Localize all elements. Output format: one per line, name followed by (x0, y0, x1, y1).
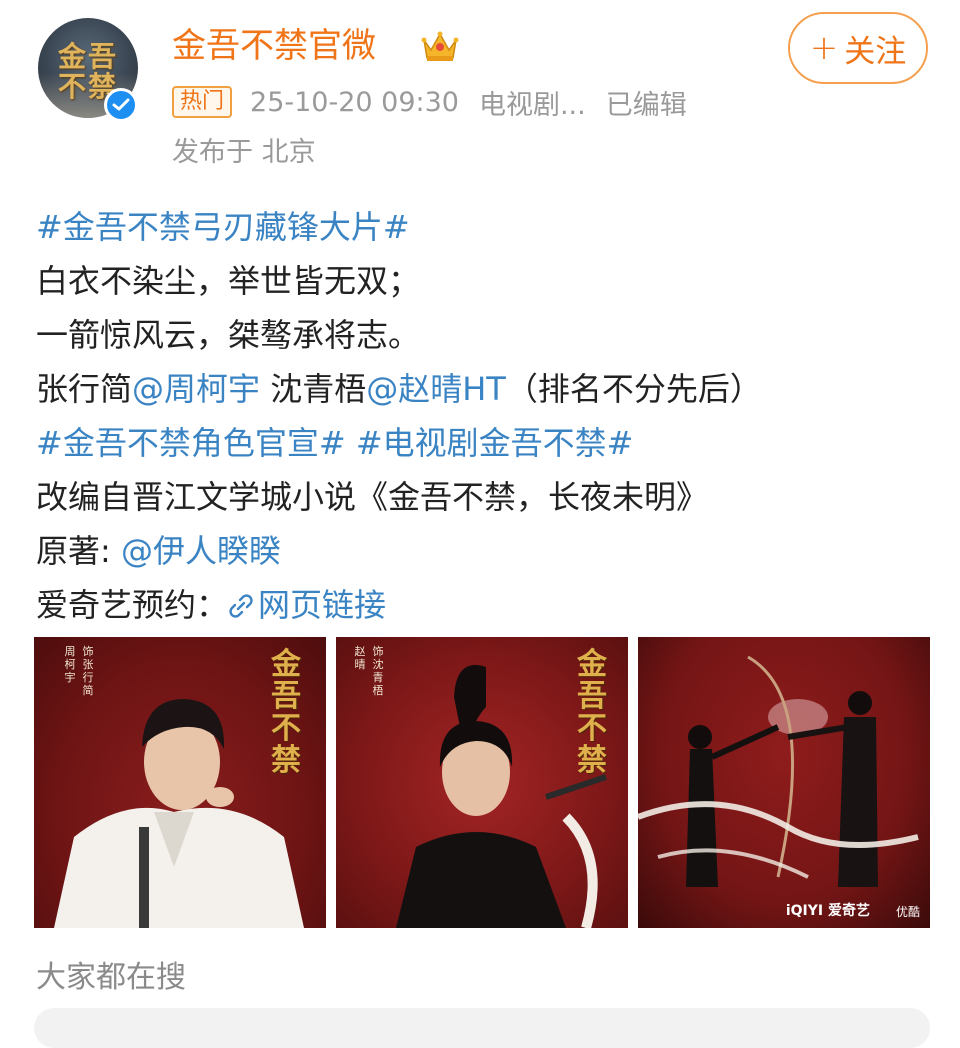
poster-credit-role: 饰 沈青梧 (372, 645, 384, 697)
poster-image[interactable]: 金吾不禁 饰 张行简 周柯宇 (34, 637, 326, 928)
web-link[interactable]: 网页链接 (228, 586, 386, 624)
poster-credit-actor: 赵晴 (354, 645, 366, 671)
edited-label[interactable]: 已编辑 (606, 83, 687, 122)
post-source[interactable]: 电视剧... (479, 83, 586, 122)
content-line: 一箭惊风云，桀骜承将志。 (36, 316, 421, 354)
trending-search-bar[interactable] (34, 1008, 930, 1048)
iqiyi-logo: iQIYI 爱奇艺 (785, 903, 870, 919)
content-line: 原著: @伊人睽睽 (36, 524, 936, 578)
crown-icon (421, 31, 459, 61)
poster-image[interactable]: 金吾不禁 饰 沈青梧 赵晴 (336, 637, 628, 928)
mention-link[interactable]: @周柯宇 (132, 370, 260, 408)
hashtag-link[interactable]: #金吾不禁弓刃藏锋大片# (36, 208, 410, 246)
content-line: 爱奇艺预约： 网页链接 (36, 578, 936, 632)
poster-title: 金吾不禁 (577, 647, 607, 778)
role-name: 张行简 (36, 370, 133, 408)
poster-title: 金吾不禁 (271, 647, 301, 778)
verified-badge-icon (104, 88, 138, 122)
content-line: 改编自晋江文学城小说《金吾不禁，长夜未明》 (36, 478, 709, 516)
follow-label: 关注 (844, 33, 907, 70)
content-line: 张行简@周柯宇 沈青梧@赵晴HT（排名不分先后） (36, 362, 936, 416)
post-content: #金吾不禁弓刃藏锋大片# 白衣不染尘，举世皆无双； 一箭惊风云，桀骜承将志。 张… (36, 200, 936, 632)
author-name[interactable]: 金吾不禁官微 (172, 24, 376, 68)
post-timestamp: 25-10-20 09:30 (250, 86, 459, 118)
post-location: 发布于 北京 (172, 137, 316, 168)
poster-credit-actor: 周柯宇 (64, 645, 76, 684)
hot-badge: 热门 (172, 86, 233, 118)
mention-link[interactable]: @赵晴HT (366, 370, 506, 408)
web-link-label: 网页链接 (258, 586, 387, 624)
original-work-label: 原著: (36, 532, 121, 570)
content-line: #金吾不禁弓刃藏锋大片# (36, 200, 936, 254)
link-icon (229, 594, 253, 618)
mention-link[interactable]: @伊人睽睽 (121, 532, 281, 570)
reservation-label: 爱奇艺预约： (36, 586, 229, 624)
youku-logo: 优酷 (895, 905, 920, 919)
plus-icon: + (809, 28, 839, 68)
follow-button[interactable]: + 关注 (788, 12, 928, 84)
hashtag-link[interactable]: #电视剧金吾不禁# (356, 424, 634, 462)
image-grid: 金吾不禁 饰 张行简 周柯宇 金吾不禁 饰 沈青梧 赵晴 iQIYI 爱奇艺 优… (34, 637, 930, 928)
avatar-logo-line1: 金吾 (57, 40, 118, 73)
poster-figure (638, 655, 919, 887)
poster-image[interactable]: iQIYI 爱奇艺 优酷 (638, 637, 930, 928)
hashtag-link[interactable]: #金吾不禁角色官宣# (36, 424, 346, 462)
content-line: 白衣不染尘，举世皆无双； (36, 262, 421, 300)
ranking-note: （排名不分先后） (505, 370, 762, 408)
post-meta: 热门 25-10-20 09:30 电视剧... 已编辑 (172, 83, 687, 122)
role-name: 沈青梧 (260, 370, 367, 408)
content-line: #金吾不禁角色官宣# #电视剧金吾不禁# (36, 416, 936, 470)
trending-search-title: 大家都在搜 (36, 960, 186, 995)
poster-credit-role: 饰 张行简 (82, 645, 94, 697)
